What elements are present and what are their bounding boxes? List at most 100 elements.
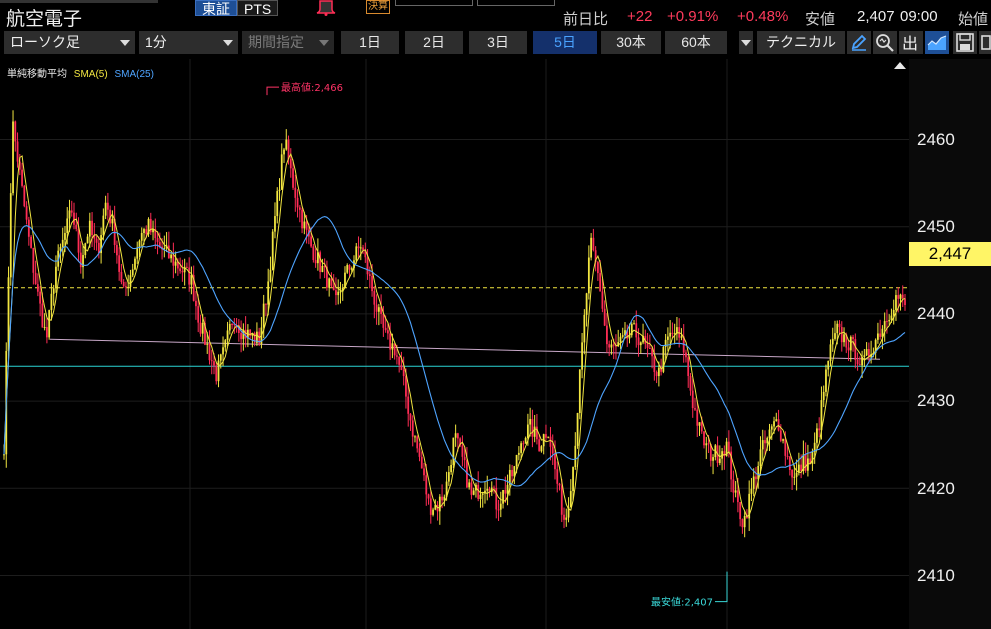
period-5day[interactable]: 5日 — [533, 31, 597, 54]
more-periods-dropdown[interactable] — [739, 31, 753, 54]
candle-body — [391, 343, 394, 350]
trend-line — [49, 338, 881, 360]
candle-body — [122, 281, 125, 287]
candle-body — [788, 456, 791, 470]
candle-body — [186, 266, 188, 268]
candle-body — [314, 260, 317, 264]
candle-body — [12, 121, 14, 194]
period-select[interactable]: 期間指定 — [242, 31, 334, 54]
candle-body — [854, 339, 857, 360]
area-chart-icon[interactable] — [925, 31, 949, 54]
low-annotation: 最安値:2,407 — [651, 596, 713, 609]
candle-body — [502, 489, 504, 504]
candle-body — [346, 265, 349, 273]
candle-body — [50, 293, 53, 311]
candle-body — [330, 278, 333, 286]
candle-body — [549, 436, 552, 447]
candle-body — [400, 364, 403, 370]
candle-body — [610, 344, 613, 348]
candle-body — [718, 458, 721, 463]
candle-body — [637, 337, 640, 346]
candle-body — [904, 298, 906, 305]
period-60bars[interactable]: 60本 — [665, 31, 727, 54]
candle-body — [822, 391, 825, 401]
chevron-down-icon — [223, 40, 233, 46]
candle-body — [506, 484, 509, 494]
candle-body — [405, 376, 407, 397]
volume-icon[interactable]: 出 — [899, 31, 923, 54]
earnings-badge[interactable]: 決算 — [366, 0, 390, 14]
candle-body — [131, 269, 134, 276]
alert-bell-icon[interactable] — [314, 0, 338, 16]
candle-body — [698, 422, 701, 426]
candle-body — [531, 419, 534, 437]
candle-body — [739, 502, 742, 520]
candle-body — [545, 434, 547, 438]
sma5-legend: SMA(5) — [73, 69, 108, 80]
candle-body — [657, 367, 660, 377]
candle-body — [73, 212, 75, 225]
candle-body — [414, 436, 416, 438]
candle-body — [879, 333, 882, 337]
candle-body — [355, 246, 358, 261]
candle-body — [479, 494, 482, 500]
candle-body — [294, 187, 297, 198]
candle-body — [585, 293, 588, 315]
candle-body — [533, 426, 536, 437]
pencil-icon[interactable] — [847, 31, 871, 54]
candle-body — [296, 197, 299, 208]
candle-body — [228, 324, 231, 331]
candle-body — [468, 482, 471, 488]
save-icon[interactable] — [953, 31, 977, 54]
candle-body — [55, 266, 57, 289]
price-chart[interactable]: 単純移動平均 SMA(5) SMA(25) 最高値:2,466 最安値:2,407… — [0, 59, 991, 629]
candle-body — [633, 323, 635, 325]
candle-body — [206, 343, 209, 345]
period-30bars[interactable]: 30本 — [601, 31, 661, 54]
candle-body — [3, 454, 5, 456]
candle-body — [603, 308, 606, 326]
technical-button[interactable]: テクニカル — [757, 31, 845, 54]
candle-body — [551, 446, 554, 454]
candle-body — [461, 445, 464, 457]
candle-body — [696, 409, 699, 426]
candle-body — [825, 369, 827, 392]
candle-body — [843, 334, 845, 343]
candle-body — [280, 154, 283, 190]
candle-body — [775, 419, 778, 422]
candle-body — [669, 332, 672, 337]
candle-body — [782, 439, 784, 441]
candle-body — [666, 336, 669, 340]
candle-body — [606, 325, 608, 345]
candle-body — [703, 431, 705, 446]
candle-body — [95, 238, 98, 243]
period-3day[interactable]: 3日 — [469, 31, 527, 54]
chart-type-value: ローソク足 — [10, 34, 80, 50]
candle-body — [481, 493, 484, 495]
candle-body — [219, 354, 222, 361]
zoom-icon[interactable] — [873, 31, 897, 54]
interval-select[interactable]: 1分 — [139, 31, 238, 54]
candle-body — [759, 449, 762, 467]
period-1day[interactable]: 1日 — [341, 31, 399, 54]
candle-body — [289, 158, 292, 169]
price-change: +22 — [627, 8, 653, 25]
candle-body — [578, 369, 581, 413]
candle-body — [450, 464, 453, 473]
candle-body — [328, 278, 331, 288]
period-2day[interactable]: 2日 — [405, 31, 463, 54]
candle-body — [425, 475, 428, 495]
candle-body — [70, 210, 73, 213]
print-icon[interactable] — [979, 31, 991, 54]
candle-body — [61, 239, 64, 248]
candle-body — [700, 422, 703, 432]
tab-tse[interactable]: 東証 — [195, 0, 237, 17]
candle-body — [694, 408, 696, 410]
candle-body — [560, 485, 563, 515]
y-tick-label: 2430 — [917, 391, 955, 410]
candle-body — [565, 517, 568, 520]
open-label: 始値 — [958, 11, 989, 28]
chart-type-select[interactable]: ローソク足 — [4, 31, 135, 54]
tab-pts[interactable]: PTS — [237, 0, 279, 17]
candle-body — [786, 455, 789, 457]
